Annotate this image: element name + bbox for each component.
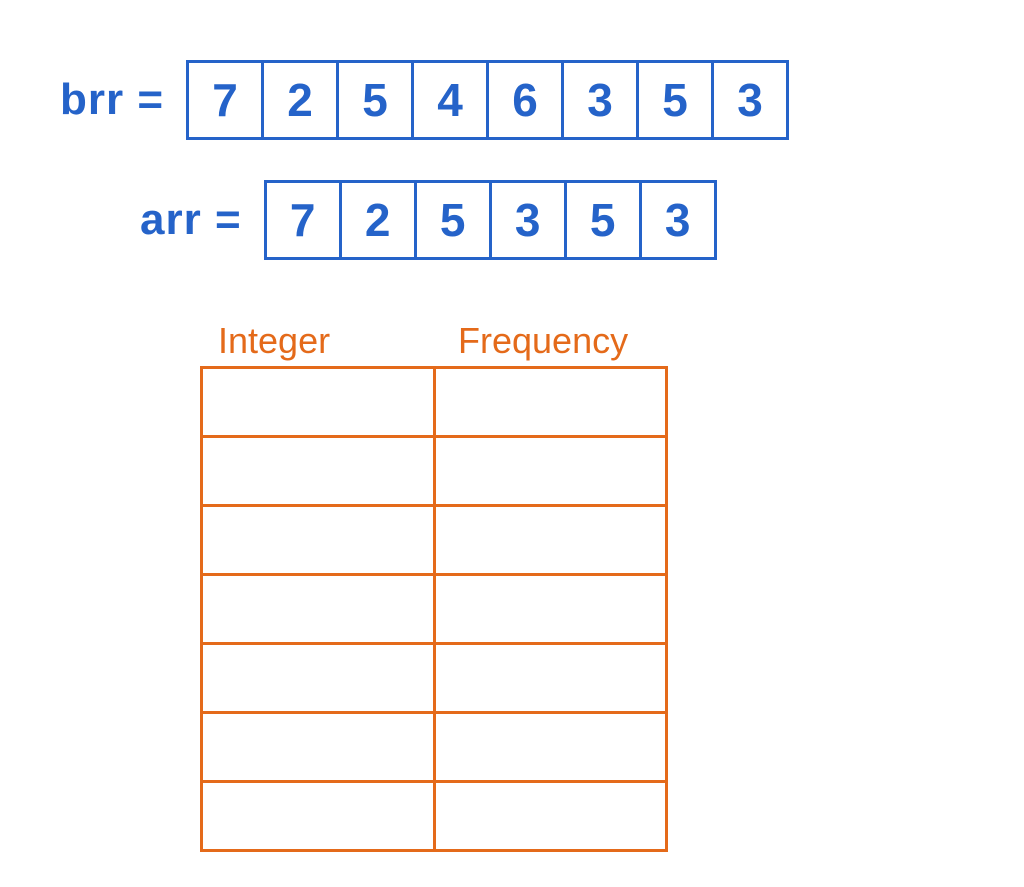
brr-label: brr = [60, 75, 164, 125]
frequency-int-cell [203, 783, 436, 849]
frequency-row [203, 573, 665, 642]
brr-cell: 6 [486, 60, 564, 140]
arr-cell: 5 [564, 180, 642, 260]
brr-cell: 4 [411, 60, 489, 140]
brr-cell: 5 [336, 60, 414, 140]
frequency-freq-cell [436, 783, 666, 849]
frequency-int-cell [203, 369, 436, 435]
frequency-freq-cell [436, 507, 666, 573]
diagram-stage: brr = 7 2 5 4 6 3 5 3 arr = 7 2 5 3 5 3 … [0, 0, 1024, 887]
frequency-row [203, 642, 665, 711]
frequency-row [203, 780, 665, 849]
arr-cell: 3 [489, 180, 567, 260]
frequency-int-cell [203, 507, 436, 573]
frequency-grid [200, 366, 668, 852]
arr-cell: 5 [414, 180, 492, 260]
arr-cells: 7 2 5 3 5 3 [264, 180, 717, 260]
frequency-freq-cell [436, 576, 666, 642]
frequency-row [203, 369, 665, 435]
frequency-row [203, 435, 665, 504]
arr-cell: 2 [339, 180, 417, 260]
brr-cell: 3 [711, 60, 789, 140]
frequency-freq-cell [436, 438, 666, 504]
frequency-headers: Integer Frequency [200, 320, 688, 362]
frequency-table: Integer Frequency [200, 320, 688, 852]
frequency-header-integer: Integer [218, 320, 448, 362]
frequency-header-frequency: Frequency [448, 320, 688, 362]
frequency-int-cell [203, 645, 436, 711]
arr-label: arr = [140, 195, 242, 245]
frequency-int-cell [203, 438, 436, 504]
frequency-int-cell [203, 576, 436, 642]
arr-cell: 7 [264, 180, 342, 260]
frequency-int-cell [203, 714, 436, 780]
arr-cell: 3 [639, 180, 717, 260]
brr-cell: 7 [186, 60, 264, 140]
brr-cell: 3 [561, 60, 639, 140]
frequency-freq-cell [436, 645, 666, 711]
arr-row: arr = 7 2 5 3 5 3 [140, 180, 717, 260]
frequency-freq-cell [436, 369, 666, 435]
brr-row: brr = 7 2 5 4 6 3 5 3 [60, 60, 789, 140]
frequency-row [203, 711, 665, 780]
frequency-freq-cell [436, 714, 666, 780]
frequency-row [203, 504, 665, 573]
brr-cells: 7 2 5 4 6 3 5 3 [186, 60, 789, 140]
brr-cell: 5 [636, 60, 714, 140]
brr-cell: 2 [261, 60, 339, 140]
